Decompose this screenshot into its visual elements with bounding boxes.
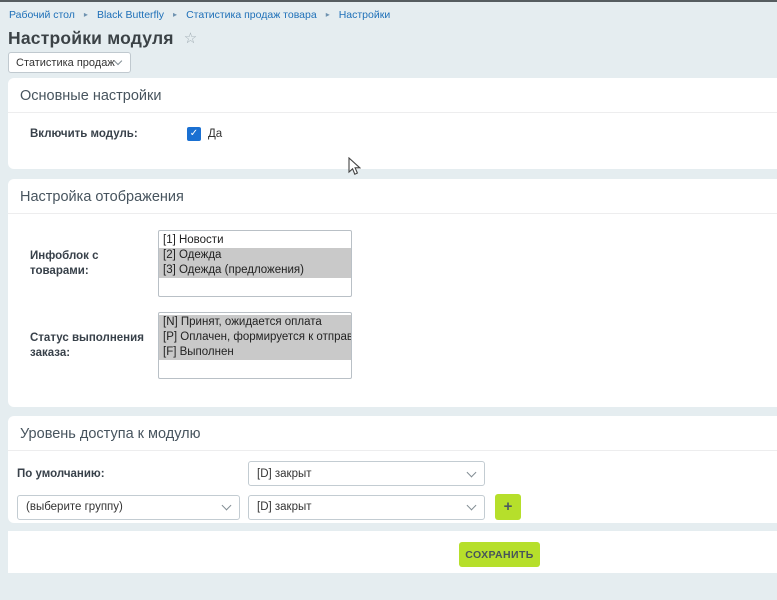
section-title: Уровень доступа к модулю xyxy=(8,416,777,451)
breadcrumb-link-site[interactable]: Black Butterfly xyxy=(97,9,164,21)
top-border-line xyxy=(0,0,777,2)
group-select-value: (выберите группу) xyxy=(26,501,123,513)
field-label: Включить модуль: xyxy=(30,127,158,141)
chevron-right-icon: ▸ xyxy=(84,11,88,19)
enable-module-checkbox[interactable]: ✓ xyxy=(187,127,201,141)
section-display: Настройка отображения Инфоблок с товарам… xyxy=(8,179,777,407)
iblock-row: Инфоблок с товарами: [1] Новости [2] Оде… xyxy=(8,230,777,297)
module-select[interactable]: Статистика продаж xyxy=(8,52,131,73)
default-access-value: [D] закрыт xyxy=(257,468,312,480)
group-access-row: (выберите группу) [D] закрыт + xyxy=(8,494,777,520)
page-title-row: Настройки модуля ☆ xyxy=(8,28,197,49)
section-title: Настройка отображения xyxy=(8,179,777,214)
chevron-down-icon xyxy=(222,501,232,511)
checkbox-label[interactable]: Да xyxy=(208,128,222,140)
footer-bar: СОХРАНИТЬ xyxy=(8,531,777,573)
save-button[interactable]: СОХРАНИТЬ xyxy=(459,542,540,567)
default-access-select[interactable]: [D] закрыт xyxy=(248,461,485,486)
listbox-option[interactable]: [2] Одежда xyxy=(159,248,351,263)
breadcrumb-link-desktop[interactable]: Рабочий стол xyxy=(9,9,75,21)
section-general: Основные настройки Включить модуль: ✓ Да xyxy=(8,78,777,169)
chevron-down-icon xyxy=(114,57,122,65)
listbox-option[interactable]: [F] Выполнен xyxy=(159,345,351,360)
listbox-option[interactable]: [1] Новости xyxy=(159,233,351,248)
chevron-right-icon: ▸ xyxy=(173,11,177,19)
module-select-value: Статистика продаж xyxy=(16,57,115,69)
enable-module-control: ✓ Да xyxy=(187,127,222,141)
field-label: Инфоблок с товарами: xyxy=(30,249,158,278)
check-icon: ✓ xyxy=(190,129,198,139)
group-access-value: [D] закрыт xyxy=(257,501,312,513)
order-status-row: Статус выполнения заказа: [N] Принят, ож… xyxy=(8,312,777,379)
section-title: Основные настройки xyxy=(8,78,777,113)
listbox-option[interactable]: [P] Оплачен, формируется к отправке xyxy=(159,330,351,345)
field-label: Статус выполнения заказа: xyxy=(30,331,158,360)
default-access-row: По умолчанию: [D] закрыт xyxy=(8,461,777,486)
breadcrumb-link-module[interactable]: Статистика продаж товара xyxy=(186,9,317,21)
favorite-star-icon[interactable]: ☆ xyxy=(184,31,197,46)
chevron-right-icon: ▸ xyxy=(326,11,330,19)
breadcrumb: Рабочий стол ▸ Black Butterfly ▸ Статист… xyxy=(9,9,390,21)
listbox-option[interactable]: [3] Одежда (предложения) xyxy=(159,263,351,278)
iblock-listbox[interactable]: [1] Новости [2] Одежда [3] Одежда (предл… xyxy=(158,230,352,297)
section-access: Уровень доступа к модулю По умолчанию: [… xyxy=(8,416,777,523)
group-select[interactable]: (выберите группу) xyxy=(17,495,240,520)
field-label: По умолчанию: xyxy=(17,468,248,480)
chevron-down-icon xyxy=(467,501,477,511)
enable-module-row: Включить модуль: ✓ Да xyxy=(8,127,777,141)
breadcrumb-link-settings[interactable]: Настройки xyxy=(339,9,391,21)
chevron-down-icon xyxy=(467,467,477,477)
module-settings-page: { "breadcrumb": { "items": ["Рабочий сто… xyxy=(0,0,777,600)
page-title: Настройки модуля xyxy=(8,28,174,49)
group-access-select[interactable]: [D] закрыт xyxy=(248,495,485,520)
add-group-access-button[interactable]: + xyxy=(495,494,521,520)
order-status-listbox[interactable]: [N] Принят, ожидается оплата [P] Оплачен… xyxy=(158,312,352,379)
listbox-option[interactable]: [N] Принят, ожидается оплата xyxy=(159,315,351,330)
